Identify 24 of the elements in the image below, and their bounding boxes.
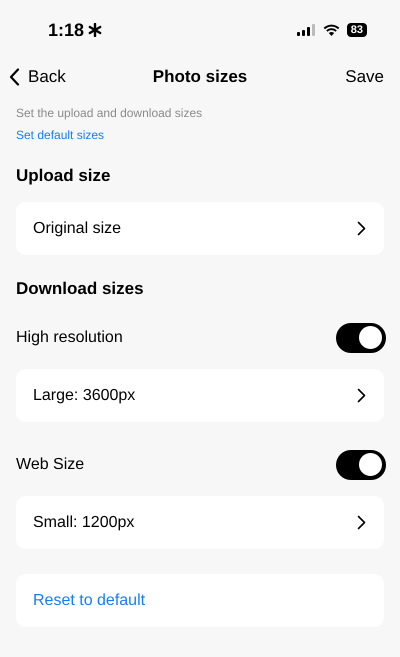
size-option-row[interactable]: Small: 1200px — [16, 496, 384, 549]
chevron-left-icon — [9, 68, 20, 86]
chevron-right-icon — [357, 221, 366, 236]
size-option-row[interactable]: Original size — [16, 202, 384, 255]
status-time: 1:18 — [48, 20, 84, 40]
toggle-switch[interactable] — [336, 450, 386, 480]
toggle-label: Web Size — [16, 456, 84, 474]
chevron-right-icon — [357, 515, 366, 530]
page-title: Photo sizes — [152, 67, 248, 87]
wifi-icon — [322, 24, 340, 36]
toggle-label: High resolution — [16, 329, 123, 347]
toggle-switch[interactable] — [336, 323, 386, 353]
chevron-right-icon — [357, 388, 366, 403]
signal-icon — [296, 24, 316, 36]
back-button[interactable]: Back — [9, 67, 66, 87]
section-heading: Download sizes — [16, 279, 145, 299]
default-sizes-link[interactable]: Set default sizes — [16, 128, 104, 142]
reset-button[interactable]: Reset to default — [16, 574, 384, 627]
save-button[interactable]: Save — [345, 67, 384, 87]
description-text: Set the upload and download sizes — [16, 106, 204, 120]
size-option-row[interactable]: Large: 3600px — [16, 369, 384, 422]
asterisk-icon — [88, 23, 102, 37]
battery-indicator: 83 — [346, 23, 367, 37]
section-heading: Upload size — [16, 166, 112, 186]
